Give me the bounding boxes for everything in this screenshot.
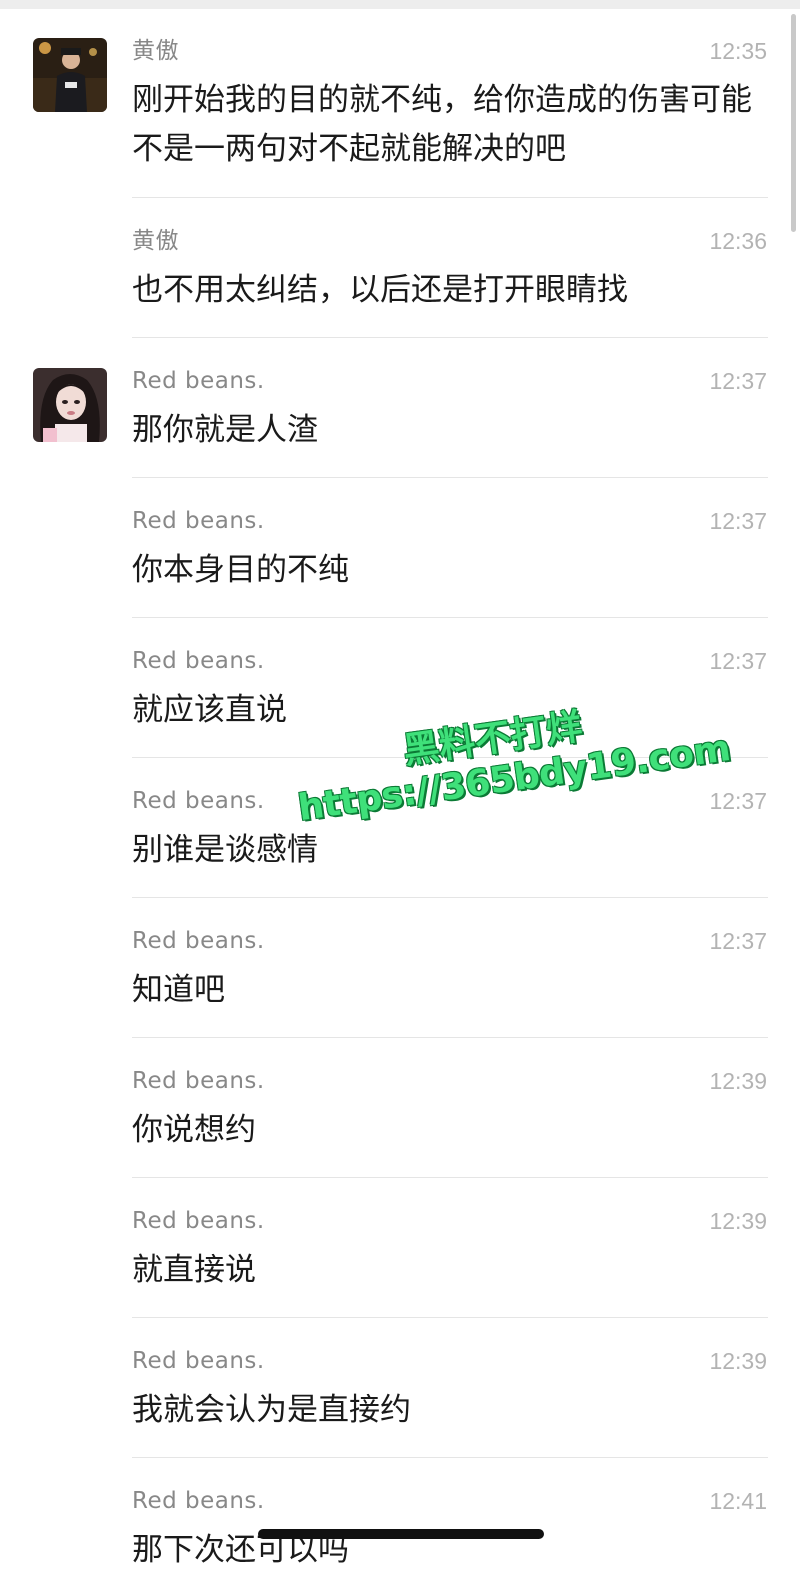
message-text[interactable]: 那你就是人渣 [132,406,768,455]
divider [132,1037,768,1038]
divider [132,757,768,758]
message-text[interactable]: 你本身目的不纯 [132,546,768,595]
message-text[interactable]: 你说想约 [132,1106,768,1155]
message-text[interactable]: 也不用太纠结，以后还是打开眼睛找 [132,266,768,315]
divider [132,337,768,338]
avatar-huangao[interactable] [33,38,107,112]
message-row[interactable]: Red beans. 12:37 就应该直说 [0,648,800,788]
timestamp: 12:35 [709,38,767,64]
message-text[interactable]: 知道吧 [132,966,768,1015]
sender-name: Red beans. [132,1068,265,1094]
message-text[interactable]: 就直接说 [132,1246,768,1295]
divider [132,197,768,198]
top-bar [0,0,800,9]
sender-name: Red beans. [132,1348,265,1374]
timestamp: 12:39 [709,1208,767,1234]
timestamp: 12:37 [709,928,767,954]
sender-name: 黄傲 [132,38,179,64]
message-row[interactable]: 黄傲 12:35 刚开始我的目的就不纯，给你造成的伤害可能不是一两句对不起就能解… [0,38,800,198]
sender-name: Red beans. [132,508,265,534]
sender-name: Red beans. [132,368,265,394]
sender-name: Red beans. [132,1208,265,1234]
sender-name: Red beans. [132,928,265,954]
timestamp: 12:36 [709,228,767,254]
timestamp: 12:39 [709,1068,767,1094]
message-row[interactable]: Red beans. 12:39 我就会认为是直接约 [0,1348,800,1488]
message-text[interactable]: 别谁是谈感情 [132,826,768,875]
divider [132,477,768,478]
home-indicator[interactable] [258,1529,544,1539]
message-row[interactable]: Red beans. 12:37 那你就是人渣 [0,368,800,508]
divider [132,1457,768,1458]
message-row[interactable]: Red beans. 12:39 就直接说 [0,1208,800,1348]
timestamp: 12:39 [709,1348,767,1374]
divider [132,897,768,898]
sender-name: Red beans. [132,1488,265,1514]
message-row[interactable]: Red beans. 12:41 那下次还可以吗 [0,1488,800,1568]
divider [132,617,768,618]
timestamp: 12:41 [709,1488,767,1514]
message-row[interactable]: Red beans. 12:37 别谁是谈感情 [0,788,800,928]
timestamp: 12:37 [709,648,767,674]
sender-name: Red beans. [132,648,265,674]
message-row[interactable]: Red beans. 12:37 知道吧 [0,928,800,1068]
message-text[interactable]: 刚开始我的目的就不纯，给你造成的伤害可能不是一两句对不起就能解决的吧 [132,76,768,174]
message-row[interactable]: 黄傲 12:36 也不用太纠结，以后还是打开眼睛找 [0,228,800,368]
timestamp: 12:37 [709,368,767,394]
sender-name: Red beans. [132,788,265,814]
timestamp: 12:37 [709,508,767,534]
timestamp: 12:37 [709,788,767,814]
divider [132,1317,768,1318]
sender-name: 黄傲 [132,228,179,254]
message-row[interactable]: Red beans. 12:39 你说想约 [0,1068,800,1208]
message-row[interactable]: Red beans. 12:37 你本身目的不纯 [0,508,800,648]
avatar-redbeans[interactable] [33,368,107,442]
divider [132,1177,768,1178]
message-text[interactable]: 就应该直说 [132,686,768,735]
message-text[interactable]: 我就会认为是直接约 [132,1386,768,1435]
